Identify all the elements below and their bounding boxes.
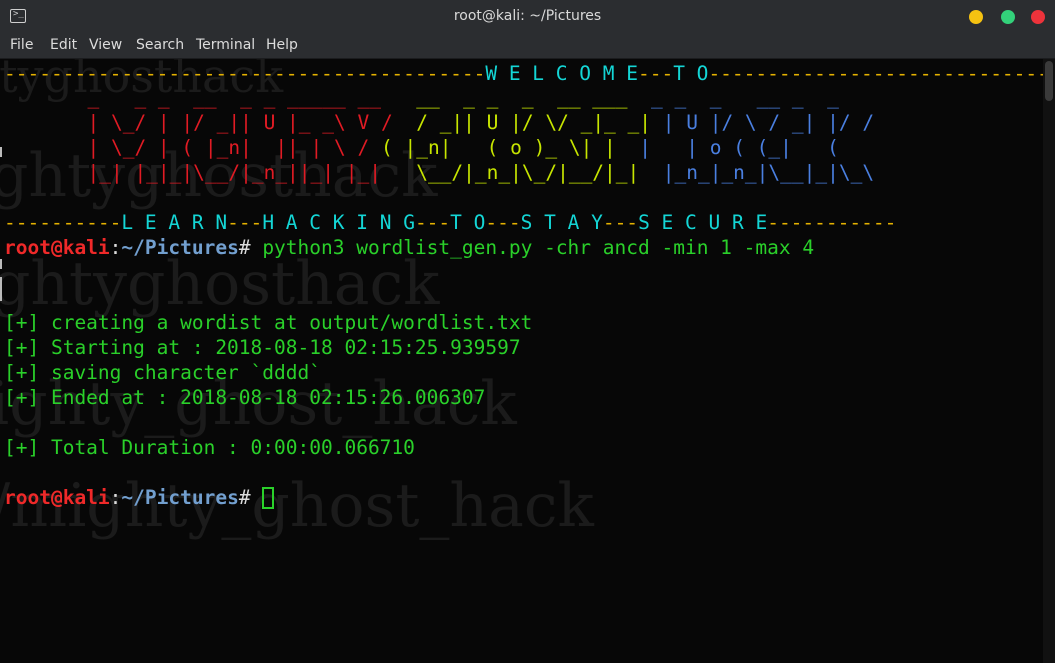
- scroll-tick: [0, 259, 2, 269]
- menu-bar: File Edit View Search Terminal Help: [0, 33, 1055, 59]
- ascii-art-row: |_| |_|_|\__/|_n_||_| |_| \__/|_n_|\_/|_…: [64, 161, 875, 184]
- output-line: [+] saving character `dddd`: [4, 361, 321, 384]
- maximize-button[interactable]: [1001, 10, 1015, 24]
- ascii-art-row: | \_/ | |/ _|| U |_ _\ V / / _|| U |/ \/…: [64, 111, 875, 134]
- output-line: [+] Ended at : 2018-08-18 02:15:26.00630…: [4, 386, 486, 409]
- output-line: [+] creating a wordist at output/wordlis…: [4, 311, 533, 334]
- command-line: root@kali:~/Pictures# python3 wordlist_g…: [4, 236, 815, 259]
- prompt-user-host: root@kali: [4, 486, 110, 509]
- minimize-button[interactable]: [969, 10, 983, 24]
- scrollbar-thumb[interactable]: [1045, 61, 1053, 101]
- ascii-art-row: | \_/ | ( |_n| || | \ / ( |_n| ( o )_ \|…: [64, 136, 839, 159]
- window-title: root@kali: ~/Pictures: [453, 8, 602, 24]
- menu-file[interactable]: File: [10, 37, 33, 53]
- terminal-window: >_ root@kali: ~/Pictures File Edit View …: [0, 0, 1055, 663]
- prompt-user-host: root@kali: [4, 236, 110, 259]
- scroll-tick: [0, 147, 2, 157]
- prompt-path: ~/Pictures: [121, 486, 239, 509]
- menu-help[interactable]: Help: [266, 37, 298, 53]
- output-line: [+] Total Duration : 0:00:00.066710: [4, 436, 415, 459]
- command-text: python3 wordlist_gen.py -chr ancd -min 1…: [250, 236, 815, 259]
- menu-search[interactable]: Search: [136, 37, 184, 53]
- prompt-path: ~/Pictures: [121, 236, 239, 259]
- menu-edit[interactable]: Edit: [50, 37, 77, 53]
- terminal-output-area[interactable]: ghtyghosthack ghtyghosthack ghtyghosthac…: [0, 59, 1043, 663]
- scrollbar[interactable]: [1043, 59, 1055, 663]
- current-prompt-line[interactable]: root@kali:~/Pictures#: [4, 485, 275, 510]
- text-cursor: [262, 487, 275, 509]
- scroll-tick: [0, 277, 2, 301]
- ascii-art-row: _ _ _ __ _ _ _____ __ __ _ _ _ __ ___ _ …: [64, 86, 839, 109]
- output-line: [+] Starting at : 2018-08-18 02:15:25.93…: [4, 336, 521, 359]
- menu-terminal[interactable]: Terminal: [196, 37, 255, 53]
- title-bar[interactable]: >_ root@kali: ~/Pictures: [0, 0, 1055, 33]
- banner-motto-line: ----------L E A R N---H A C K I N G---T …: [4, 211, 897, 234]
- menu-view[interactable]: View: [89, 37, 122, 53]
- close-button[interactable]: [1031, 10, 1045, 24]
- banner-welcome-line: ----------------------------------------…: [4, 62, 1043, 85]
